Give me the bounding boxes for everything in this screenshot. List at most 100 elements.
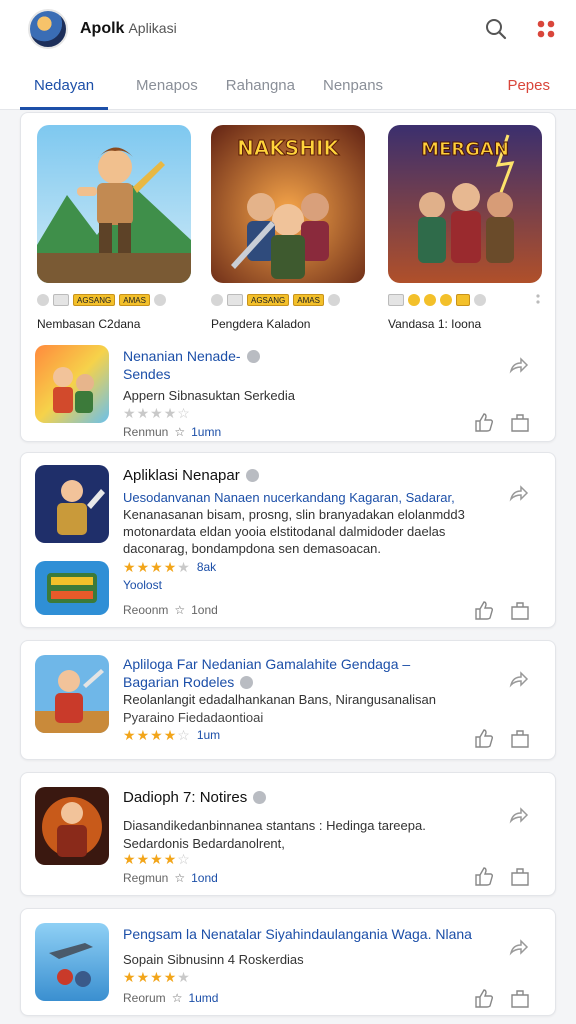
row-actions: [473, 599, 531, 621]
star-icon: ★: [136, 727, 150, 743]
app-description-line: daconarag, bondampdona sen demasoacan.: [123, 541, 382, 556]
top-app-bar: Apolk Aplikasi: [0, 0, 576, 58]
star-icon: ★: [123, 851, 136, 867]
badge-icon: [408, 294, 420, 306]
share-icon[interactable]: [507, 937, 529, 959]
app-thumbnail: [35, 923, 109, 1001]
featured-item[interactable]: NAKSHIK AGSANG AMAS Pengdera Kaladon: [211, 125, 365, 331]
rating-count: 8ak: [196, 560, 217, 574]
app-description: Reolanlangit edadalhankanan Bans, Nirang…: [123, 692, 436, 707]
star-icon: ☆: [177, 851, 190, 867]
share-icon[interactable]: [507, 669, 529, 691]
tab-menapos[interactable]: Menapos: [136, 58, 198, 110]
more-options-icon[interactable]: [535, 293, 541, 311]
verified-icon: [253, 790, 267, 804]
apps-grid-icon[interactable]: [534, 17, 558, 41]
star-icon: ★: [163, 851, 177, 867]
save-icon[interactable]: [509, 411, 531, 433]
star-icon: ★: [163, 969, 177, 985]
verified-icon: [240, 675, 254, 689]
tab-nedayan[interactable]: Nedayan: [20, 58, 109, 110]
star-icon: ★: [150, 727, 163, 743]
search-icon[interactable]: [484, 17, 508, 41]
featured-badges: [388, 293, 542, 307]
save-icon[interactable]: [509, 727, 531, 749]
app-subdescription: Pyaraino Fiedadaontioai: [123, 710, 264, 725]
featured-art: NAKSHIK: [211, 125, 365, 283]
list-item[interactable]: Pengsam la Nenatalar Siyahindaulangania …: [35, 923, 545, 1013]
star-icon: ★: [163, 727, 177, 743]
app-description: Appern Sibnasuktan Serkedia: [123, 388, 296, 403]
app-title-line2: Sendes: [123, 366, 171, 382]
list-item[interactable]: Nenanian Nenade- Sendes Appern Sibnasukt…: [35, 345, 545, 439]
badge-icon: [53, 294, 69, 306]
featured-art: MERGAN: [388, 125, 542, 283]
star-icon: ★: [123, 405, 136, 421]
row-actions: [473, 865, 531, 887]
app-thumbnail: [35, 787, 109, 865]
badge-label: AGSANG: [73, 294, 116, 306]
featured-badges: AGSANG AMAS: [211, 293, 365, 307]
tab-bar: Nedayan Menapos Rahangna Nenpans Pepes: [0, 58, 576, 110]
star-icon: ★: [150, 559, 163, 575]
like-icon[interactable]: [473, 599, 495, 621]
list-item[interactable]: Dadioph 7: Notires Diasandikedanbinnanea…: [35, 787, 545, 891]
badge-icon: [456, 294, 470, 306]
thumbs-icon: ☆: [174, 871, 186, 885]
save-icon[interactable]: [509, 865, 531, 887]
list-item[interactable]: Apliklasi Nenapar Uesodanvanan Nanaen nu…: [35, 465, 545, 625]
tab-rahangna[interactable]: Rahangna: [226, 58, 295, 110]
app-card: Pengsam la Nenatalar Siyahindaulangania …: [20, 908, 556, 1016]
like-icon[interactable]: [473, 865, 495, 887]
thumbs-icon: ☆: [171, 991, 183, 1005]
badge-icon: [153, 294, 166, 306]
star-icon: ★: [123, 727, 136, 743]
save-icon[interactable]: [509, 599, 531, 621]
app-title-line1: Nenanian Nenade-: [123, 347, 260, 365]
app-title-line2: Bagarian Rodeles: [123, 673, 254, 691]
like-icon[interactable]: [473, 727, 495, 749]
share-icon[interactable]: [507, 483, 529, 505]
featured-name: Nembasan C2dana: [37, 317, 141, 331]
app-subtitle: Aplikasi: [128, 20, 177, 36]
app-thumbnail: [35, 345, 109, 423]
star-icon: ★: [177, 969, 190, 985]
like-icon[interactable]: [473, 987, 495, 1009]
app-logo[interactable]: [28, 9, 68, 49]
star-icon: ★: [123, 559, 136, 575]
verified-icon: [246, 349, 260, 363]
featured-badges: AGSANG AMAS: [37, 293, 191, 307]
like-icon[interactable]: [473, 411, 495, 433]
badge-label: AGSANG: [247, 294, 290, 306]
featured-name: Vandasa 1: Ioona: [388, 317, 482, 331]
app-card: Dadioph 7: Notires Diasandikedanbinnanea…: [20, 772, 556, 896]
save-icon[interactable]: [509, 987, 531, 1009]
thumbs-icon: ☆: [174, 425, 186, 439]
app-description: Diasandikedanbinnanea stantans : Hedinga…: [123, 818, 426, 833]
app-thumbnail-secondary: [35, 561, 109, 615]
app-card: Apliklasi Nenapar Uesodanvanan Nanaen nu…: [20, 452, 556, 628]
app-description: Sopain Sibnusinn 4 Roskerdias: [123, 952, 304, 967]
featured-name: Pengdera Kaladon: [211, 317, 311, 331]
share-icon[interactable]: [507, 355, 529, 377]
app-title: Apliklasi Nenapar: [123, 467, 259, 485]
badge-icon: [440, 294, 452, 306]
app-thumbnail: [35, 465, 109, 543]
app-subdescription: Sedardonis Bedardanolrent,: [123, 836, 285, 851]
verified-icon: [245, 468, 259, 482]
star-icon: ★: [136, 405, 150, 421]
badge-icon: [474, 294, 486, 306]
star-icon: ★: [177, 559, 190, 575]
app-title-line1: Apliloga Far Nedanian Gamalahite Gendaga…: [123, 656, 411, 672]
star-icon: ★: [136, 851, 150, 867]
tab-pepes[interactable]: Pepes: [507, 58, 550, 110]
list-item[interactable]: Apliloga Far Nedanian Gamalahite Gendaga…: [35, 655, 545, 755]
brand: Apolk Aplikasi: [80, 20, 177, 38]
share-icon[interactable]: [507, 805, 529, 827]
badge-icon: [424, 294, 436, 306]
tab-nenpans[interactable]: Nenpans: [323, 58, 383, 110]
star-icon: ☆: [177, 727, 190, 743]
featured-item[interactable]: AGSANG AMAS Nembasan C2dana: [37, 125, 191, 331]
row-actions: [473, 727, 531, 749]
featured-item[interactable]: MERGAN Vandasa 1: Ioona: [388, 125, 542, 331]
